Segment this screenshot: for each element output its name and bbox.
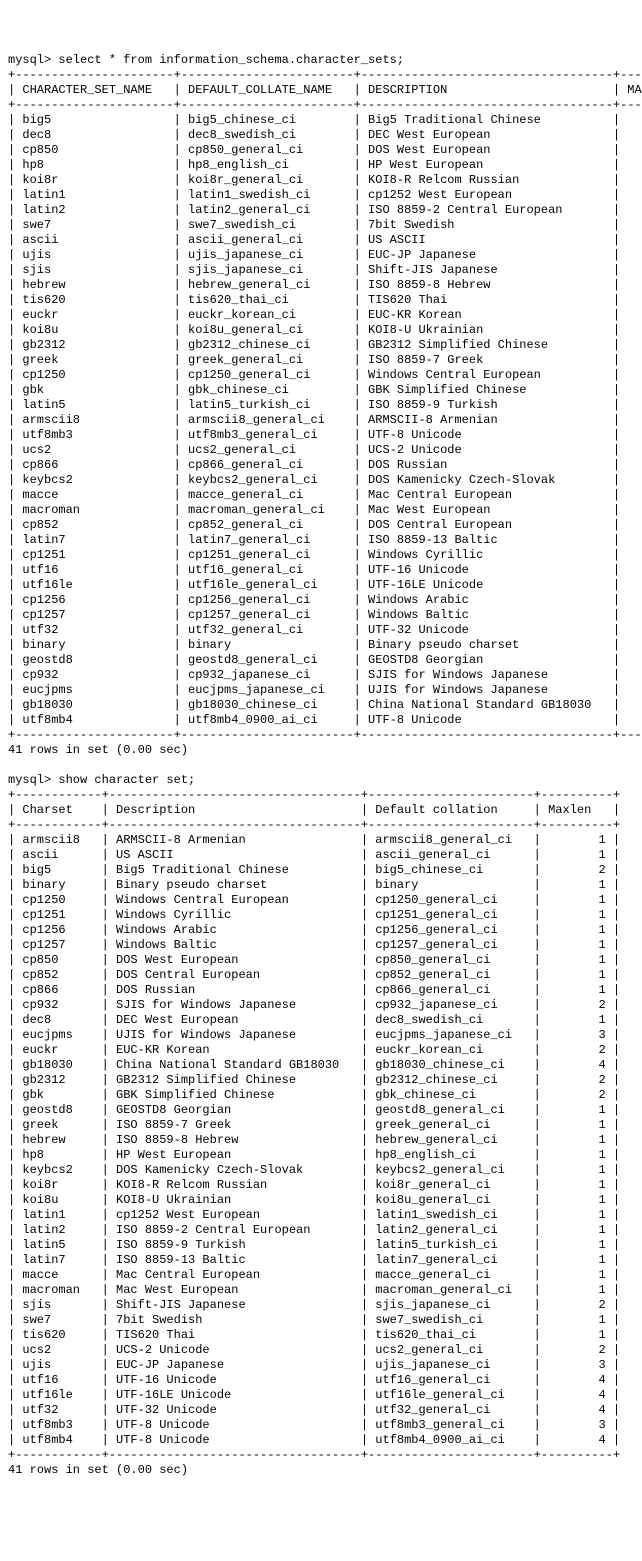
terminal-output: mysql> select * from information_schema.… (8, 53, 634, 1478)
